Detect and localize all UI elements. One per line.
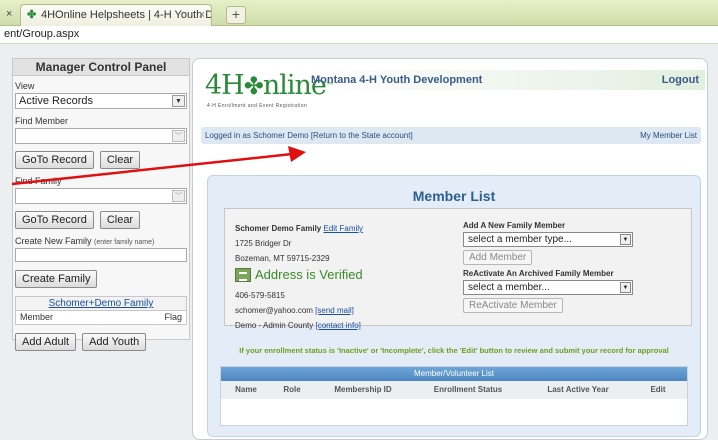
verified-text: Address is Verified (255, 267, 363, 283)
main-panel: 4H✤nline™ 4-H Enrollment and Event Regis… (192, 58, 708, 440)
new-tab-button[interactable]: + (226, 6, 246, 24)
contact-info-link[interactable]: [contact info] (316, 321, 361, 330)
address-verified: Address is Verified (235, 267, 445, 287)
my-member-list-link[interactable]: My Member List (640, 127, 697, 144)
family-name: Schomer Demo Family (235, 224, 322, 233)
family-details: Schomer Demo Family Edit Family 1725 Bri… (235, 221, 445, 333)
member-column-header: Member (20, 312, 54, 322)
manager-control-panel: Manager Control Panel View Active Record… (12, 58, 190, 351)
login-status-text[interactable]: Logged in as Schomer Demo [Return to the… (205, 131, 413, 140)
goto-record-family-button[interactable]: GoTo Record (15, 211, 94, 229)
dropdown-arrow-icon[interactable]: ﹀ (172, 190, 185, 202)
address-line1: 1725 Bridger Dr (235, 239, 292, 248)
tab-close-icon[interactable]: × (199, 9, 205, 21)
clover-favicon-icon: ✤ (27, 9, 37, 21)
county: Demo - Admin County (235, 321, 314, 330)
member-type-select[interactable]: select a member type... ▼ (463, 232, 633, 247)
family-member-table: Schomer+Demo Family Member Flag (15, 296, 187, 325)
create-family-button[interactable]: Create Family (15, 270, 98, 288)
view-select-value: Active Records (19, 95, 93, 107)
dropdown-arrow-icon[interactable]: ﹀ (172, 130, 185, 142)
clover-logo-icon: ✤ (243, 72, 264, 100)
panel-title: Manager Control Panel (13, 59, 189, 76)
create-family-label-text: Create New Family (15, 236, 92, 246)
table-header-row: Name Role Membership ID Enrollment Statu… (221, 381, 687, 399)
login-status-bar: Logged in as Schomer Demo [Return to the… (201, 127, 701, 144)
address-line2: Bozeman, MT 59715-2329 (235, 254, 330, 263)
family-table-title[interactable]: Schomer+Demo Family (16, 297, 186, 311)
member-type-select-value: select a member type... (468, 234, 572, 245)
find-member-label: Find Member (15, 116, 69, 126)
member-list-box: Member List Schomer Demo Family Edit Fam… (207, 175, 701, 437)
view-select[interactable]: Active Records ▼ (15, 93, 187, 109)
verified-address-icon (235, 267, 251, 282)
column-header-membership-id[interactable]: Membership ID (313, 381, 413, 399)
find-family-select[interactable]: ﹀ (15, 188, 187, 204)
table-title: Member/Volunteer List (221, 367, 687, 381)
logout-link[interactable]: Logout (662, 74, 699, 86)
family-actions: Add A New Family Member select a member … (463, 221, 683, 317)
prev-tab-close-icon[interactable]: × (6, 8, 12, 20)
flag-column-header: Flag (164, 312, 182, 322)
create-family-hint: (enter family name) (94, 239, 155, 246)
clear-button[interactable]: Clear (99, 151, 141, 169)
add-youth-button[interactable]: Add Youth (82, 333, 147, 351)
reactivate-member-button[interactable]: ReActivate Member (463, 298, 563, 313)
dropdown-arrow-icon[interactable]: ▼ (620, 282, 631, 293)
enrollment-notice: If your enrollment status is 'Inactive' … (239, 346, 669, 355)
add-new-member-label: Add A New Family Member (463, 221, 566, 230)
add-member-button[interactable]: Add Member (463, 250, 533, 265)
logo-text-4h: 4H (205, 70, 245, 101)
archived-member-select[interactable]: select a member... ▼ (463, 280, 633, 295)
send-mail-link[interactable]: [send mail] (315, 306, 354, 315)
create-family-label: Create New Family (enter family name) (15, 236, 189, 246)
column-header-role[interactable]: Role (271, 381, 313, 399)
reactivate-label: ReActivate An Archived Family Member (463, 269, 614, 278)
edit-family-link[interactable]: Edit Family (323, 224, 363, 233)
email: schomer@yahoo.com (235, 306, 313, 315)
column-header-name[interactable]: Name (221, 381, 271, 399)
member-list-title: Member List (412, 188, 496, 204)
phone: 406-579-5815 (235, 291, 285, 300)
address-bar[interactable]: ent/Group.aspx (0, 26, 718, 44)
site-name: Montana 4-H Youth Development (311, 74, 483, 86)
tab-title: 4HOnline Helpsheets | 4-H Youth Dev... (41, 9, 211, 21)
browser-tab-bar: ✤4HOnline Helpsheets | 4-H Youth Dev... … (0, 0, 718, 26)
add-adult-button[interactable]: Add Adult (15, 333, 77, 351)
family-info-box: Schomer Demo Family Edit Family 1725 Bri… (224, 208, 692, 330)
find-family-label: Find Family (15, 176, 62, 186)
column-header-last-active-year[interactable]: Last Active Year (523, 381, 633, 399)
goto-record-button[interactable]: GoTo Record (15, 151, 94, 169)
column-header-enrollment-status[interactable]: Enrollment Status (413, 381, 523, 399)
column-header-edit[interactable]: Edit (633, 381, 683, 399)
find-member-select[interactable]: ﹀ (15, 128, 187, 144)
family-name-input[interactable] (15, 248, 187, 262)
view-label: View (15, 81, 35, 91)
dropdown-arrow-icon[interactable]: ▼ (172, 95, 185, 107)
archived-member-select-value: select a member... (468, 282, 550, 293)
browser-tab[interactable]: ✤4HOnline Helpsheets | 4-H Youth Dev... … (20, 4, 212, 26)
logo-subtitle: 4-H Enrollment and Event Registration (207, 103, 308, 109)
member-volunteer-table: Member/Volunteer List Name Role Membersh… (220, 366, 688, 426)
clear-family-button[interactable]: Clear (99, 211, 141, 229)
dropdown-arrow-icon[interactable]: ▼ (620, 234, 631, 245)
